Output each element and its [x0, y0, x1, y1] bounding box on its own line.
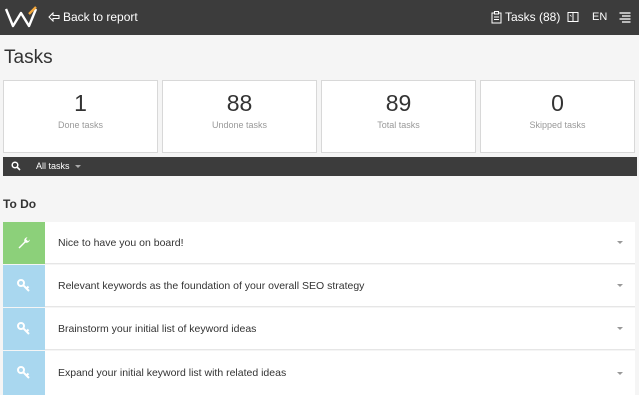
stat-card-total: 89 Total tasks [321, 80, 476, 153]
stat-value: 88 [226, 90, 253, 116]
stat-value: 89 [385, 90, 412, 116]
caret-down-icon [74, 164, 81, 168]
clipboard-icon [491, 10, 502, 23]
chevron-down-icon[interactable] [617, 327, 623, 330]
search-icon[interactable] [11, 161, 21, 171]
task-icon-box [3, 351, 45, 395]
filter-bar: All tasks [3, 157, 637, 176]
top-navigation-bar: Back to report Tasks (88) EN [0, 0, 639, 35]
task-row[interactable]: Relevant keywords as the foundation of y… [3, 264, 635, 307]
task-icon-box [3, 307, 45, 350]
task-filter-dropdown[interactable]: All tasks [36, 161, 81, 171]
stat-label: Total tasks [377, 120, 420, 130]
task-icon-box [3, 221, 45, 264]
language-selector[interactable]: EN [592, 11, 607, 23]
task-label: Brainstorm your initial list of keyword … [58, 322, 257, 335]
chevron-down-icon[interactable] [617, 371, 623, 375]
logo-icon[interactable] [4, 5, 38, 29]
task-row[interactable]: Brainstorm your initial list of keyword … [3, 307, 635, 350]
settings-list-icon[interactable] [619, 11, 631, 23]
key-icon [17, 366, 30, 379]
wrench-icon [18, 236, 30, 248]
tasks-counter-link[interactable]: Tasks (88) [491, 10, 560, 24]
task-label: Expand your initial keyword list with re… [58, 367, 287, 379]
section-title-todo: To Do [3, 197, 37, 211]
key-icon [17, 278, 30, 292]
task-label: Relevant keywords as the foundation of y… [58, 279, 365, 292]
back-to-report-link[interactable]: Back to report [48, 10, 138, 24]
stat-label: Undone tasks [211, 120, 268, 130]
back-to-report-label: Back to report [63, 10, 138, 24]
chevron-down-icon[interactable] [617, 284, 623, 287]
stat-card-skipped: 0 Skipped tasks [480, 80, 635, 153]
stat-card-done: 1 Done tasks [3, 80, 158, 153]
stat-card-undone: 88 Undone tasks [162, 80, 317, 153]
stat-label: Done tasks [57, 120, 104, 130]
stat-value: 1 [74, 90, 87, 116]
chevron-down-icon[interactable] [617, 241, 623, 244]
task-icon-box [3, 264, 45, 307]
stat-value: 0 [551, 90, 564, 116]
page-title: Tasks [4, 47, 53, 68]
book-icon[interactable] [567, 11, 579, 23]
task-filter-label: All tasks [36, 161, 70, 171]
key-icon [17, 321, 30, 335]
task-label: Nice to have you on board! [58, 236, 184, 249]
stat-label: Skipped tasks [529, 120, 586, 130]
task-row[interactable]: Expand your initial keyword list with re… [3, 351, 635, 395]
task-row[interactable]: Nice to have you on board! [3, 221, 635, 264]
tasks-counter-label: Tasks (88) [505, 10, 561, 24]
back-arrow-icon [48, 12, 60, 22]
